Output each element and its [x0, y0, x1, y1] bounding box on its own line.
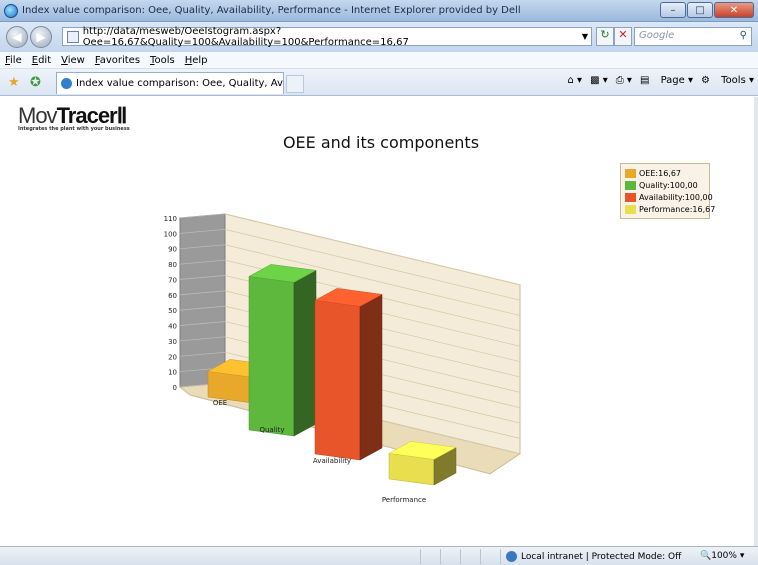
tab-label: Index value comparison: Oee, Quality, Av…: [76, 78, 283, 89]
chart-side-wall: [179, 213, 226, 388]
y-tick-label: 110: [164, 215, 177, 223]
command-bar: ⌂ ▾ ▩ ▾ ⎙ ▾ ▤ Page ▾ ⚙ Tools ▾: [560, 75, 754, 86]
y-tick-label: 0: [173, 384, 177, 392]
close-button[interactable]: ✕: [714, 2, 754, 18]
refresh-button[interactable]: ↻: [596, 27, 614, 46]
address-bar-area: ◀ ▶ http://data/mesweb/OeeIstogram.aspx?…: [0, 22, 758, 52]
url-text: http://data/mesweb/OeeIstogram.aspx?Oee=…: [82, 25, 409, 48]
page-content: MovTracerⅡ Integrates the plant with you…: [8, 97, 754, 546]
page-icon: [67, 30, 79, 43]
zoom-level[interactable]: 🔍100% ▾: [700, 551, 744, 561]
maximize-button[interactable]: □: [687, 2, 713, 18]
add-favorites-icon[interactable]: ✪: [30, 75, 41, 90]
bar-quality-side: [293, 269, 317, 437]
y-tick-label: 60: [168, 292, 177, 300]
menu-view[interactable]: View: [61, 55, 85, 66]
legend-item: OEE:16,67: [625, 167, 705, 179]
legend-label: OEE:16,67: [639, 168, 682, 178]
globe-icon: [506, 551, 517, 562]
window-title: Index value comparison: Oee, Quality, Av…: [22, 5, 521, 16]
bar-availability-side: [359, 293, 383, 461]
legend-label: Quality:100,00: [639, 180, 698, 190]
status-bar: Local intranet | Protected Mode: Off 🔍10…: [0, 546, 758, 565]
y-tick-label: 70: [168, 276, 177, 284]
menu-tools[interactable]: Tools: [150, 55, 175, 66]
tools-menu[interactable]: ⚙ Tools ▾: [701, 75, 754, 86]
forward-button[interactable]: ▶: [30, 26, 52, 48]
x-tick-label: OEE: [213, 399, 227, 407]
new-tab-button[interactable]: [286, 75, 304, 93]
print-icon[interactable]: ⎙ ▾: [616, 75, 632, 86]
y-tick-label: 30: [168, 338, 177, 346]
x-tick-label: Performance: [382, 496, 426, 504]
menu-help[interactable]: Help: [185, 55, 208, 66]
address-input[interactable]: http://data/mesweb/OeeIstogram.aspx?Oee=…: [62, 25, 592, 48]
favorites-star-icon[interactable]: ★: [8, 75, 20, 90]
home-icon[interactable]: ⌂ ▾: [568, 75, 583, 86]
y-tick-label: 80: [168, 261, 177, 269]
minimize-button[interactable]: –: [660, 2, 686, 18]
y-tick-label: 10: [168, 369, 177, 377]
zone-text: Local intranet | Protected Mode: Off: [521, 551, 682, 562]
chevron-down-icon[interactable]: ▼: [582, 32, 588, 41]
legend-item: Quality:100,00: [625, 179, 705, 191]
legend-swatch: [625, 180, 636, 190]
tools-menu-label: Tools: [721, 75, 746, 86]
y-tick-label: 50: [168, 307, 177, 315]
ie-logo-icon: [4, 3, 18, 18]
legend-swatch: [625, 204, 636, 214]
search-placeholder: Google: [639, 30, 675, 41]
legend-swatch: [625, 192, 636, 202]
y-tick-label: 40: [168, 323, 177, 331]
page-menu-label: Page: [660, 75, 685, 86]
legend-label: Availability:100,00: [639, 192, 713, 202]
y-tick-label: 20: [168, 353, 177, 361]
y-tick-label: 90: [168, 246, 177, 254]
tab-bar: ★ ✪ Index value comparison: Oee, Quality…: [0, 69, 758, 96]
page-menu[interactable]: ▤ Page ▾: [640, 75, 693, 86]
ie-page-icon: [61, 78, 72, 89]
legend-swatch: [625, 168, 636, 178]
zoom-text: 100%: [711, 551, 737, 561]
chart-legend: OEE:16,67 Quality:100,00 Availability:100,…: [620, 163, 715, 219]
security-zone[interactable]: Local intranet | Protected Mode: Off: [506, 551, 681, 562]
feeds-icon[interactable]: ▩ ▾: [590, 75, 608, 86]
bar-quality-front: [248, 276, 295, 437]
search-input[interactable]: Google ⚲: [634, 27, 752, 46]
window-titlebar: Index value comparison: Oee, Quality, Av…: [0, 0, 758, 22]
scrollbar[interactable]: [754, 97, 758, 546]
menu-file[interactable]: File: [5, 55, 22, 66]
stop-button[interactable]: ✕: [614, 27, 632, 46]
menu-bar: File Edit View Favorites Tools Help: [0, 52, 758, 69]
menu-edit[interactable]: Edit: [32, 55, 51, 66]
search-icon[interactable]: ⚲: [740, 30, 747, 41]
legend-item: Availability:100,00: [625, 191, 713, 203]
y-tick-label: 100: [164, 230, 177, 238]
x-tick-label: Quality: [259, 426, 284, 434]
window-controls: – □ ✕: [659, 2, 754, 18]
bar-availability-front: [314, 300, 361, 461]
legend-label: Performance:16,67: [639, 204, 716, 214]
back-button[interactable]: ◀: [6, 26, 28, 48]
menu-favorites[interactable]: Favorites: [95, 55, 140, 66]
tab-current[interactable]: Index value comparison: Oee, Quality, Av…: [56, 72, 284, 94]
x-tick-label: Availability: [313, 457, 351, 465]
legend-item: Performance:16,67: [625, 203, 715, 215]
